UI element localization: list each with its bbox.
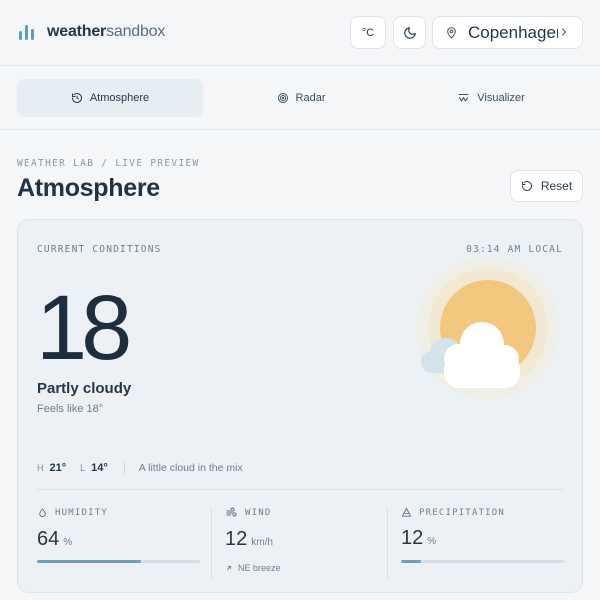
brand-name: weathersandbox — [47, 23, 166, 40]
moon-icon — [403, 26, 416, 39]
page-title: Atmosphere — [17, 174, 160, 202]
precipitation-unit: % — [427, 536, 437, 547]
current-conditions-card: CURRENT CONDITIONS 03:14 AM LOCAL 18 ° P… — [17, 219, 583, 593]
wind-unit: km/h — [251, 537, 273, 548]
reset-button[interactable]: Reset — [510, 170, 583, 202]
conditions-note: A little cloud in the mix — [138, 462, 243, 474]
humidity-unit: % — [63, 537, 73, 548]
feels-like-text: Feels like 18° — [37, 403, 104, 415]
precipitation-bar-fill — [401, 560, 421, 563]
divider — [37, 489, 563, 490]
app-logo[interactable]: weathersandbox — [18, 22, 165, 42]
tab-radar[interactable]: Radar — [203, 79, 399, 117]
humidity-value: 64 — [37, 528, 60, 550]
tab-label: Visualizer — [477, 92, 525, 104]
wind-icon — [226, 507, 237, 517]
tab-bar: Atmosphere Radar Visualizer — [0, 66, 600, 130]
low-label: L — [80, 463, 86, 473]
condition-text: Partly cloudy — [37, 380, 132, 397]
high-label: H — [37, 463, 44, 473]
humidity-bar-fill — [37, 560, 142, 563]
tab-visualizer[interactable]: Visualizer — [399, 79, 583, 117]
location-name: Copenhagen — [468, 22, 558, 42]
map-pin-icon — [447, 27, 456, 39]
precipitation-stat: PRECIPITATION 12 % — [401, 507, 564, 577]
low-temp: 14° — [91, 462, 108, 474]
precipitation-value: 12 — [401, 527, 424, 549]
theme-toggle-button[interactable] — [393, 16, 426, 49]
unit-toggle-button[interactable]: °C — [350, 16, 386, 49]
humidity-stat: HUMIDITY 64 % — [37, 507, 200, 577]
logo-bars-icon — [18, 22, 38, 42]
reset-label: Reset — [540, 179, 573, 193]
triangle-drop-icon — [401, 507, 412, 517]
temperature-value: 18 — [36, 277, 132, 379]
precipitation-bar — [401, 560, 564, 563]
degree-symbol: ° — [114, 293, 123, 318]
app-header: weathersandbox °C Copenhagen — [0, 0, 600, 66]
wave-icon — [458, 94, 469, 102]
wind-label: WIND — [245, 508, 272, 518]
divider — [123, 462, 125, 474]
rotate-ccw-icon — [521, 181, 532, 191]
local-time: 03:14 AM LOCAL — [466, 244, 563, 255]
divider — [387, 507, 388, 579]
location-selector[interactable]: Copenhagen — [432, 16, 583, 49]
tab-atmosphere[interactable]: Atmosphere — [17, 79, 203, 117]
divider — [211, 507, 212, 579]
chevron-right-icon — [562, 28, 566, 36]
partly-cloudy-icon — [416, 258, 558, 400]
tab-label: Atmosphere — [89, 92, 150, 104]
current-conditions-label: CURRENT CONDITIONS — [37, 244, 162, 255]
arrow-up-right-icon — [226, 565, 232, 571]
wind-stat: WIND 12 km/h NE breeze — [225, 507, 388, 577]
high-low-row: H 21° L 14° A little cloud in the mix — [37, 462, 243, 474]
unit-label: °C — [361, 26, 375, 39]
precipitation-label: PRECIPITATION — [419, 507, 506, 518]
high-temp: 21° — [49, 462, 67, 474]
radar-icon — [277, 93, 288, 103]
droplet-icon — [39, 508, 46, 518]
breadcrumb: WEATHER LAB / LIVE PREVIEW — [17, 158, 200, 169]
humidity-bar — [37, 560, 200, 563]
wind-direction: NE breeze — [238, 563, 281, 573]
wind-value: 12 — [225, 528, 248, 550]
history-icon — [71, 93, 82, 103]
tab-label: Radar — [295, 92, 326, 104]
humidity-label: HUMIDITY — [55, 508, 108, 518]
